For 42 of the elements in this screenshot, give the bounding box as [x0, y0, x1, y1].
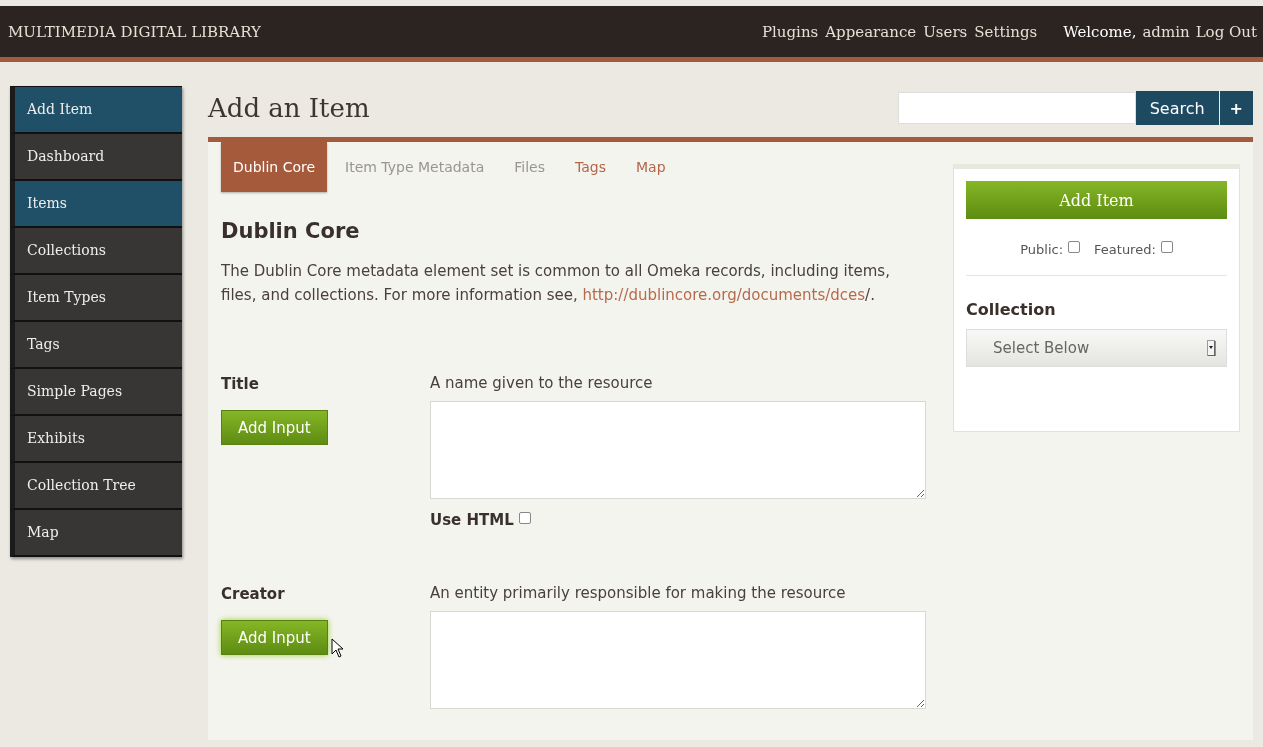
- user-link[interactable]: admin: [1142, 22, 1190, 41]
- sidebar-item[interactable]: Collection Tree: [10, 463, 182, 510]
- nav-link[interactable]: Appearance: [825, 22, 917, 41]
- use-html-label: Use HTML: [430, 511, 514, 529]
- checkbox-label: Public:: [1020, 242, 1064, 257]
- tab[interactable]: Map: [624, 142, 678, 192]
- field-label: Creator: [221, 585, 286, 603]
- tab[interactable]: Dublin Core: [221, 142, 328, 192]
- section-heading: Dublin Core: [221, 219, 361, 243]
- section-description: The Dublin Core metadata element set is common to all Omeka records, including items, files, and collections. For more information see, http://dublincore.org/documents/dces/.: [221, 261, 891, 306]
- logout-link[interactable]: Log Out: [1195, 22, 1257, 41]
- nav-link[interactable]: Plugins: [761, 22, 819, 41]
- sidebar-item[interactable]: Items: [10, 181, 182, 228]
- checkbox-label: Featured:: [1094, 242, 1156, 257]
- field-hint: A name given to the resource: [430, 373, 654, 394]
- sidebar-item[interactable]: Map: [10, 510, 182, 557]
- checkbox[interactable]: [1068, 241, 1081, 253]
- site-title[interactable]: MULTIMEDIA DIGITAL LIBRARY: [8, 22, 762, 41]
- sidebar-item[interactable]: Add Item: [10, 86, 182, 134]
- nav-link[interactable]: Users: [923, 22, 968, 41]
- sidebar-item[interactable]: Exhibits: [10, 416, 182, 463]
- page-title: Add an Item: [208, 93, 371, 123]
- checkbox[interactable]: [1160, 241, 1173, 253]
- collection-label: Collection: [966, 300, 1057, 319]
- checkbox[interactable]: [518, 512, 531, 524]
- sidebar-item[interactable]: Dashboard: [10, 134, 182, 181]
- cursor-icon: [331, 638, 345, 658]
- welcome-text: Welcome,: [1063, 22, 1137, 41]
- nav-link[interactable]: Settings: [974, 22, 1038, 41]
- collection-select[interactable]: Select Below: [966, 329, 1227, 367]
- link[interactable]: http://dublincore.org/documents/dces: [582, 286, 866, 304]
- sidebar-item[interactable]: Tags: [10, 322, 182, 369]
- caret-icon: [1207, 340, 1216, 356]
- add-button[interactable]: +: [1219, 91, 1253, 125]
- search-button[interactable]: Search: [1135, 91, 1219, 125]
- sidebar-item[interactable]: Item Types: [10, 275, 182, 322]
- field-label: Title: [221, 375, 260, 393]
- sidebar-item[interactable]: Collections: [10, 228, 182, 275]
- field-hint: An entity primarily responsible for making the resource: [430, 583, 847, 604]
- tab[interactable]: Tags: [563, 142, 618, 192]
- search-field[interactable]: [897, 92, 1136, 124]
- sidebar-item[interactable]: Simple Pages: [10, 369, 182, 416]
